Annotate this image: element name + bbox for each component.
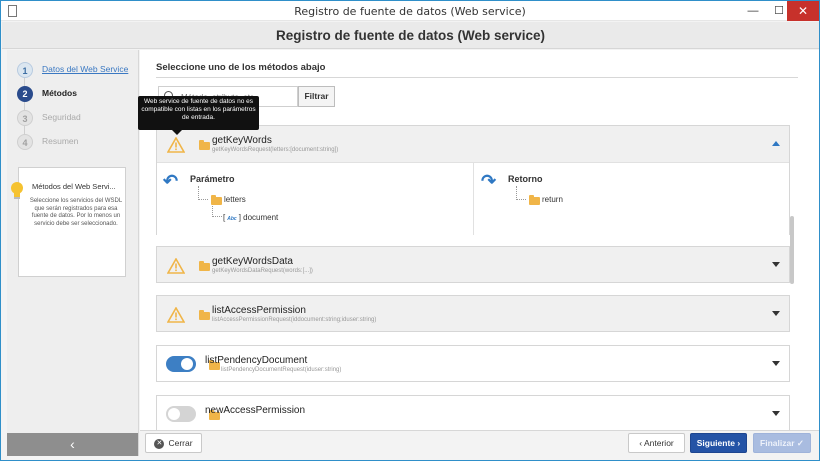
method-signature: listAccessPermissionRequest(iddocument:s… xyxy=(212,317,377,323)
dialog-title: Registro de fuente de datos (Web service… xyxy=(275,28,546,43)
step-number: 1 xyxy=(17,62,33,78)
wizard-sidebar: 1 Datos del Web Service 2 Métodos 3 Segu… xyxy=(7,50,139,456)
expand-icon[interactable] xyxy=(772,411,780,416)
parameter-title: Parámetro xyxy=(190,174,235,184)
window-title: Registro de fuente de datos (Web service… xyxy=(294,5,526,18)
finish-button[interactable]: Finalizar ✓ xyxy=(753,433,811,453)
minimize-button[interactable]: — xyxy=(740,1,766,21)
return-item-label: return xyxy=(542,195,563,204)
folder-icon xyxy=(199,310,210,320)
method-detail: ↶ Parámetro letters [Abc] document ↷ Ret… xyxy=(157,162,789,235)
method-header[interactable]: newAccessPermission xyxy=(157,396,789,432)
method-header[interactable]: listPendencyDocument listPendencyDocumen… xyxy=(157,346,789,382)
method-card-getkeywords[interactable]: getKeyWords getKeyWordsRequest(letters:[… xyxy=(156,125,790,235)
close-icon: ✕ xyxy=(154,438,165,449)
method-name: listPendencyDocument xyxy=(205,355,308,366)
tooltip: Web service de fuente de datos no es com… xyxy=(138,96,259,135)
close-window-button[interactable]: ✕ xyxy=(787,1,819,21)
method-signature: getKeyWordsDataRequest(words:[...]) xyxy=(212,268,313,274)
return-title: Retorno xyxy=(508,174,543,184)
close-label: Cerrar xyxy=(168,438,193,448)
step-label: Datos del Web Service xyxy=(42,64,129,74)
expand-icon[interactable] xyxy=(772,311,780,316)
method-name: newAccessPermission xyxy=(205,405,306,416)
collapse-sidebar-button[interactable]: ‹ xyxy=(7,433,138,456)
method-card-getkeywordsdata[interactable]: getKeyWordsData getKeyWordsDataRequest(w… xyxy=(156,246,790,283)
expand-icon[interactable] xyxy=(772,262,780,267)
step-label: Resumen xyxy=(42,136,79,146)
dialog-footer: ✕ Cerrar ‹ Anterior Siguiente › Finalizar… xyxy=(140,430,819,456)
expand-icon[interactable] xyxy=(772,361,780,366)
lightbulb-icon xyxy=(11,182,23,199)
finish-label: Finalizar xyxy=(760,438,795,448)
check-icon: ✓ xyxy=(794,438,804,448)
main-panel: Seleccione uno de los métodos abajo Filt… xyxy=(138,50,819,430)
parameter-item-label: ] document xyxy=(238,213,279,222)
close-button[interactable]: ✕ Cerrar xyxy=(145,433,202,453)
bracket-text: [ xyxy=(223,213,226,222)
method-card-listaccesspermission[interactable]: listAccessPermission listAccessPermissio… xyxy=(156,295,790,332)
warning-icon xyxy=(167,258,185,274)
help-box: Métodos del Web Servi... Seleccione los … xyxy=(11,167,126,277)
divider xyxy=(156,77,798,78)
step-metodos[interactable]: 2 Métodos xyxy=(17,86,137,102)
chevron-right-icon: › xyxy=(735,438,741,448)
folder-icon xyxy=(199,261,210,271)
section-title: Seleccione uno de los métodos abajo xyxy=(156,62,326,73)
warning-icon xyxy=(167,137,185,153)
step-number: 4 xyxy=(17,134,33,150)
step-label: Seguridad xyxy=(42,112,81,122)
folder-icon xyxy=(529,195,540,205)
previous-button[interactable]: ‹ Anterior xyxy=(628,433,685,453)
method-header[interactable]: listAccessPermission listAccessPermissio… xyxy=(157,296,789,332)
text-type-icon: Abc xyxy=(227,216,237,222)
application-window: Registro de fuente de datos (Web service… xyxy=(0,0,820,461)
tree-connector xyxy=(198,186,208,200)
step-label: Métodos xyxy=(42,88,77,98)
step-seguridad: 3 Seguridad xyxy=(17,110,137,126)
method-header[interactable]: getKeyWords getKeyWordsRequest(letters:[… xyxy=(157,126,789,162)
method-card-listpendencydocument[interactable]: listPendencyDocument listPendencyDocumen… xyxy=(156,345,790,382)
method-name: listAccessPermission xyxy=(212,305,306,316)
method-signature: listPendencyDocumentRequest(iduser:strin… xyxy=(221,367,342,373)
scrollbar[interactable] xyxy=(790,216,794,284)
folder-icon xyxy=(199,140,210,150)
step-number: 2 xyxy=(17,86,33,102)
method-card-newaccesspermission[interactable]: newAccessPermission xyxy=(156,395,790,430)
collapse-icon[interactable] xyxy=(772,141,780,146)
parameter-item: [Abc] document xyxy=(223,213,278,222)
column-divider xyxy=(473,163,474,235)
method-toggle[interactable] xyxy=(166,406,196,422)
warning-icon xyxy=(167,307,185,323)
next-label: Siguiente xyxy=(696,438,736,448)
redo-arrow-icon: ↷ xyxy=(481,171,497,191)
title-bar: Registro de fuente de datos (Web service… xyxy=(1,1,819,21)
help-text: Seleccione los servicios del WSDL que se… xyxy=(29,198,123,227)
tree-connector xyxy=(516,186,526,200)
method-name: getKeyWordsData xyxy=(212,256,293,267)
step-datos-web-service[interactable]: 1 Datos del Web Service xyxy=(17,62,137,78)
parameter-folder-label: letters xyxy=(224,195,246,204)
undo-arrow-icon: ↶ xyxy=(163,171,179,191)
step-number: 3 xyxy=(17,110,33,126)
method-signature: getKeyWordsRequest(letters:[document:str… xyxy=(212,147,339,153)
method-toggle[interactable] xyxy=(166,356,196,372)
method-name: getKeyWords xyxy=(212,135,272,146)
next-button[interactable]: Siguiente › xyxy=(690,433,747,453)
method-header[interactable]: getKeyWordsData getKeyWordsDataRequest(w… xyxy=(157,247,789,283)
previous-label: Anterior xyxy=(643,438,674,448)
filter-button[interactable]: Filtrar xyxy=(298,86,335,107)
folder-icon xyxy=(211,195,222,205)
step-resumen: 4 Resumen xyxy=(17,134,137,150)
help-title: Métodos del Web Servi... xyxy=(32,182,116,191)
tree-connector xyxy=(212,206,222,217)
dialog-header: Registro de fuente de datos (Web service… xyxy=(2,22,819,49)
